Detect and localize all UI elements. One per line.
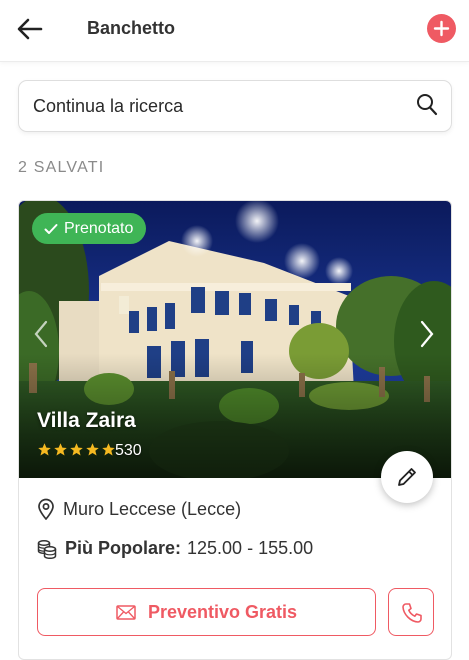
saved-count: 2 SALVATI [18,159,105,176]
star-icon [38,443,51,456]
star-rating [37,442,116,457]
star-icon [102,443,115,456]
phone-icon [402,603,422,623]
venue-name[interactable]: Villa Zaira [37,409,136,433]
app-header: Banchetto [0,0,469,62]
chevron-right-icon[interactable] [419,319,435,349]
star-icon [86,443,99,456]
request-quote-button[interactable]: Preventivo Gratis [37,588,376,636]
check-icon [44,223,58,234]
price-value: 125.00 - 155.00 [187,538,314,558]
review-count: 530 [115,442,142,459]
star-icon [54,443,67,456]
request-quote-label: Preventivo Gratis [147,601,298,622]
search-bar[interactable]: Continua la ricerca [18,80,452,132]
chevron-left-icon[interactable] [33,319,49,349]
location-pin-icon [38,498,54,520]
plus-icon [433,20,450,37]
venue-photo[interactable]: Prenotato Villa Zaira 530 [19,201,451,478]
booked-badge: Prenotato [32,213,147,244]
location-text: Muro Leccese (Lecce) [63,498,242,519]
back-arrow-icon [17,18,43,40]
envelope-icon [116,604,136,620]
back-button[interactable] [14,14,46,44]
search-input[interactable]: Continua la ricerca [33,96,183,117]
search-icon[interactable] [416,93,438,117]
star-icon [70,443,83,456]
price-label: Più Popolare: [65,538,182,558]
add-button[interactable] [427,14,456,43]
edit-button[interactable] [381,451,433,503]
call-button[interactable] [388,588,434,636]
coins-icon [37,539,57,559]
page-title: Banchetto [87,18,176,38]
pencil-icon [398,468,416,486]
location-row: Muro Leccese (Lecce) [37,498,241,520]
venue-card[interactable]: Prenotato Villa Zaira 530 Muro Leccese ( [18,200,452,660]
price-row: Più Popolare: 125.00 - 155.00 [37,538,313,559]
booked-badge-label: Prenotato [64,219,134,237]
